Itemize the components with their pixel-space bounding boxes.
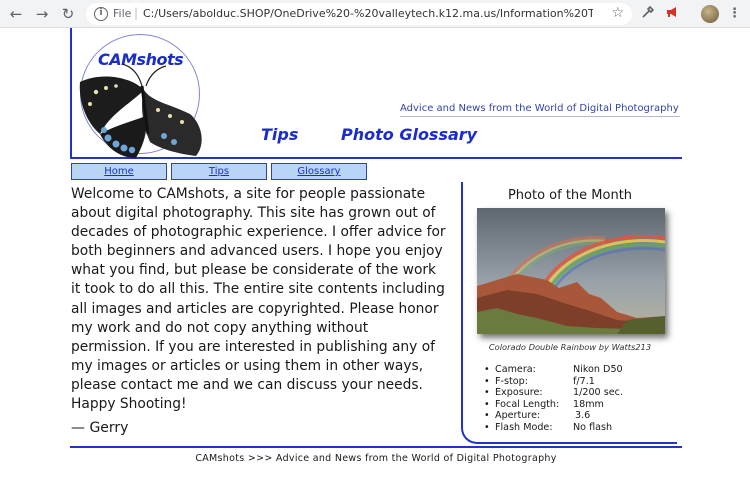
nav-tips-label[interactable]: Tips <box>209 166 229 177</box>
reload-icon[interactable]: ↻ <box>58 4 78 24</box>
header-link-photo-glossary[interactable]: Photo Glossary <box>341 125 477 144</box>
bullet-icon: • <box>484 364 490 375</box>
nav-button-glossary[interactable]: Glossary <box>271 163 367 180</box>
tagline-divider <box>400 116 680 117</box>
info-icon[interactable]: i <box>94 7 108 21</box>
nav-home-label[interactable]: Home <box>104 166 134 177</box>
spec-value: f/7.1 <box>573 375 595 387</box>
footer-divider <box>70 446 682 448</box>
intro-paragraph: Welcome to CAMshots, a site for people p… <box>71 186 446 413</box>
bullet-icon: • <box>484 410 490 421</box>
bullet-icon: • <box>484 421 490 433</box>
bookmark-star-icon[interactable]: ☆ <box>611 5 624 21</box>
web-page: CAMshots Advice and News from the World … <box>0 28 750 500</box>
browser-toolbar: ← → ↻ i File | C:/Users/abolduc.SHOP/One… <box>0 0 750 28</box>
spec-label: Flash Mode: <box>495 421 553 433</box>
url-text[interactable]: C:/Users/abolduc.SHOP/OneDrive%20-%20val… <box>143 7 593 20</box>
file-label: File <box>113 7 132 20</box>
megaphone-icon[interactable] <box>664 5 680 23</box>
photo-caption: Colorado Double Rainbow by Watts213 <box>488 342 652 352</box>
spec-value: Nikon D50 <box>573 364 623 375</box>
header-link-tips[interactable]: Tips <box>261 125 298 144</box>
spec-label: Camera: <box>495 364 536 375</box>
photo-of-month-image <box>477 208 665 334</box>
forward-arrow-icon[interactable]: → <box>32 4 52 24</box>
spec-value: 1/200 sec. <box>573 387 623 398</box>
butterfly-icon <box>79 64 202 158</box>
photo-of-month-title: Photo of the Month <box>507 188 633 203</box>
nav-button-home[interactable]: Home <box>71 163 167 180</box>
menu-kebab-icon[interactable]: ⋮ <box>728 5 741 23</box>
spec-label: Aperture: <box>495 410 541 421</box>
footer-text: CAMshots >>> Advice and News from the Wo… <box>195 453 557 464</box>
separator: | <box>134 6 139 20</box>
eyedropper-icon[interactable] <box>640 5 656 23</box>
nav-glossary-label[interactable]: Glossary <box>297 166 340 177</box>
nav-button-tips[interactable]: Tips <box>171 163 267 180</box>
spec-label: Focal Length: <box>495 398 560 410</box>
bullet-icon: • <box>484 375 490 387</box>
spec-label: Exposure: <box>495 387 543 398</box>
bullet-icon: • <box>484 387 490 398</box>
back-arrow-icon[interactable]: ← <box>6 4 26 24</box>
spec-value: No flash <box>573 421 613 433</box>
signature: — Gerry <box>71 420 129 436</box>
address-bar[interactable]: i File | C:/Users/abolduc.SHOP/OneDrive%… <box>86 3 632 25</box>
site-tagline: Advice and News from the World of Digita… <box>400 103 679 114</box>
spec-label: F-stop: <box>495 375 528 387</box>
profile-avatar[interactable] <box>701 5 719 23</box>
spec-value: 3.6 <box>575 410 591 421</box>
bullet-icon: • <box>484 398 490 410</box>
spec-value: 18mm <box>573 398 604 410</box>
